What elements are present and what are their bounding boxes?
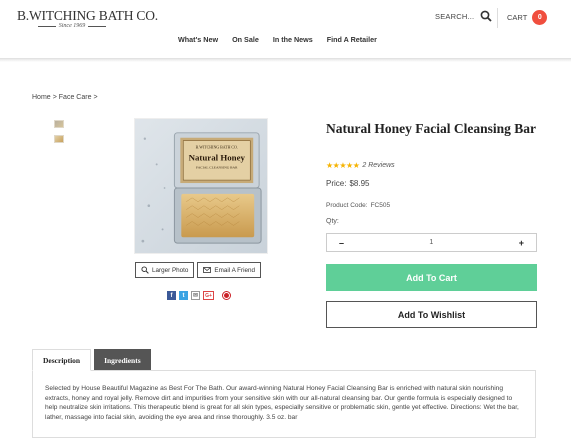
soap-label-brand: B.WITCHING BATH CO. [196, 145, 238, 150]
tab-ingredients[interactable]: Ingredients [94, 349, 151, 371]
google-plus-icon[interactable]: G+ [203, 291, 214, 300]
qty-increase-button[interactable]: + [519, 238, 524, 248]
product-code-label: Product Code: [326, 202, 368, 209]
reviews-link[interactable]: 2 Reviews [362, 162, 394, 169]
product-price: Price: $8.95 [326, 179, 369, 188]
search-icon [480, 10, 492, 22]
email-share-icon[interactable]: ✉ [191, 291, 200, 300]
qty-input[interactable]: 1 [429, 239, 433, 246]
larger-photo-button[interactable]: Larger Photo [135, 262, 195, 278]
add-to-wishlist-button[interactable]: Add To Wishlist [326, 301, 537, 328]
search-label: SEARCH... [435, 11, 475, 21]
header-divider [497, 8, 498, 28]
search-trigger[interactable]: SEARCH... [435, 10, 492, 22]
larger-photo-label: Larger Photo [152, 266, 189, 274]
product-thumbnail-1[interactable] [54, 120, 64, 128]
tab-description[interactable]: Description [32, 349, 92, 371]
email-friend-label: Email A Friend [214, 266, 256, 274]
description-panel: Selected by House Beautiful Magazine as … [32, 370, 536, 438]
product-title: Natural Honey Facial Cleansing Bar [326, 121, 536, 136]
product-main-image[interactable]: B.WITCHING BATH CO. Natural Honey FACIAL… [134, 118, 268, 254]
soap-label-name: Natural Honey [189, 152, 246, 162]
main-nav: What's New On Sale In the News Find A Re… [178, 35, 377, 44]
soap-label-sub: FACIAL CLEANSING BAR [196, 165, 238, 169]
twitter-icon[interactable]: t [179, 291, 188, 300]
zoom-icon [141, 266, 149, 274]
product-code: Product Code: FC505 [326, 202, 390, 209]
price-value: $8.95 [349, 179, 370, 188]
product-tabs: Description Ingredients [32, 349, 151, 371]
logo-text: B.WITCHING BATH CO. [17, 8, 158, 23]
price-label: Price: [326, 179, 347, 188]
breadcrumb-face-care[interactable]: Face Care [59, 94, 92, 101]
pinterest-dot [224, 293, 229, 298]
add-to-cart-button[interactable]: Add To Cart [326, 264, 537, 291]
product-thumbnail-2[interactable] [54, 135, 64, 143]
breadcrumb-separator: > [93, 94, 98, 101]
email-friend-button[interactable]: Email A Friend [197, 262, 262, 278]
rating-stars-icon: ★★★★★ [326, 161, 360, 170]
nav-item-find-a-retailer[interactable]: Find A Retailer [327, 35, 377, 44]
qty-decrease-button[interactable]: – [339, 238, 344, 248]
description-text: Selected by House Beautiful Magazine as … [45, 385, 519, 421]
nav-item-whats-new[interactable]: What's New [178, 35, 218, 44]
nav-item-on-sale[interactable]: On Sale [232, 35, 259, 44]
envelope-icon [203, 267, 212, 273]
product-photo: B.WITCHING BATH CO. Natural Honey FACIAL… [135, 119, 267, 253]
breadcrumb-separator: > [52, 94, 57, 101]
image-actions: Larger Photo Email A Friend [135, 262, 262, 278]
qty-label: Qty: [326, 218, 339, 225]
header-divider-line [0, 58, 571, 62]
cart-label: CART [507, 13, 528, 22]
breadcrumb: Home > Face Care > [32, 94, 98, 101]
facebook-icon[interactable]: f [167, 291, 176, 300]
logo-tagline-text: Since 1969 [58, 23, 86, 29]
share-icons: f t ✉ G+ [167, 291, 231, 300]
brand-logo[interactable]: B.WITCHING BATH CO. Since 1969 [17, 8, 158, 29]
breadcrumb-home[interactable]: Home [32, 94, 51, 101]
cart-button[interactable]: CART 0 [507, 10, 548, 25]
quantity-stepper: – 1 + [326, 233, 537, 252]
nav-item-in-the-news[interactable]: In the News [273, 35, 313, 44]
cart-count-badge: 0 [532, 10, 548, 25]
pinterest-icon[interactable] [222, 291, 231, 300]
product-code-value: FC505 [370, 202, 391, 209]
product-rating: ★★★★★ 2 Reviews [326, 161, 395, 170]
